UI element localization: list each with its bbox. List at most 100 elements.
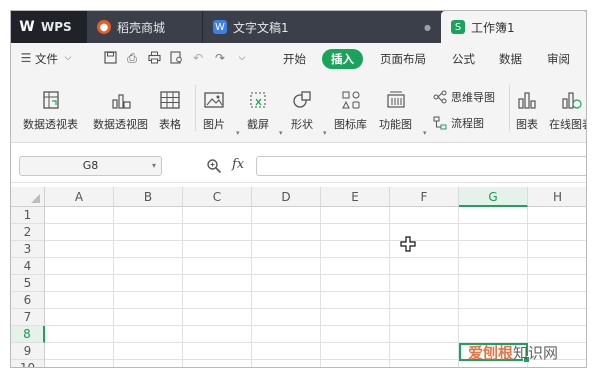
column-header-h[interactable]: H	[528, 187, 586, 207]
chevron-down-icon[interactable]: ⌵	[61, 51, 75, 65]
pivot-table-label: 数据透视表	[23, 118, 78, 131]
column-header-a[interactable]: A	[45, 187, 114, 207]
menu-tab-review[interactable]: 审阅	[547, 51, 570, 67]
row-header-8[interactable]: 8	[11, 326, 45, 343]
screenshot-dropdown-icon[interactable]: ▾	[279, 129, 283, 137]
hamburger-menu-icon[interactable]: ☰	[19, 51, 33, 65]
tab-wps-home[interactable]: W WPS	[11, 11, 87, 43]
menu-bar: ☰ 文件 ⌵ ⎙ ↶ ↷ ⌵ 开始 插入 页面布局 公式 数据 审阅	[11, 43, 586, 75]
spreadsheet-icon: S	[451, 20, 465, 34]
cell-reference: G8	[82, 159, 99, 172]
row-header-1[interactable]: 1	[11, 207, 45, 224]
shape-dropdown-icon[interactable]: ▾	[323, 129, 327, 137]
menu-tab-formulas[interactable]: 公式	[452, 51, 475, 67]
pivot-chart-button[interactable]: 数据透视图	[93, 89, 148, 132]
formula-input[interactable]	[256, 156, 586, 176]
print-preview-icon[interactable]	[169, 51, 183, 65]
quick-access-dropdown-icon[interactable]: ⌵	[235, 51, 249, 65]
menu-tab-data[interactable]: 数据	[499, 51, 522, 67]
row-header-9[interactable]: 9	[11, 343, 45, 360]
save-icon[interactable]	[103, 51, 117, 65]
title-tab-bar: W WPS ● 稻壳商城 W 文字文稿1 ● S 工作簿1	[11, 11, 586, 43]
tab-writer-document[interactable]: W 文字文稿1 ●	[203, 11, 441, 43]
insert-ribbon: 数据透视表 数据透视图 表格 图片 ▾ 截屏 ▾ 形状 ▾ 图标库 功能图 ▾ …	[11, 75, 586, 143]
online-chart-icon	[562, 92, 582, 109]
row-header-3[interactable]: 3	[11, 241, 45, 258]
watermark-logo: 爱刨根知识网	[468, 342, 558, 363]
screenshot-button[interactable]: 截屏	[247, 89, 269, 132]
picture-label: 图片	[203, 118, 225, 131]
function-chart-label: 功能图	[379, 118, 412, 131]
tab-label: WPS	[41, 20, 72, 34]
watermark-brand: 爱刨根	[468, 344, 514, 362]
chart-label: 图表	[516, 118, 538, 131]
shape-label: 形状	[291, 118, 313, 131]
column-header-b[interactable]: B	[114, 187, 183, 207]
chart-icon	[518, 92, 536, 109]
shape-button[interactable]: 形状	[291, 89, 313, 132]
online-chart-button[interactable]: 在线图表	[549, 89, 586, 132]
flowchart-label: 流程图	[451, 117, 484, 130]
column-header-c[interactable]: C	[183, 187, 252, 207]
zoom-search-icon[interactable]	[206, 158, 222, 174]
formula-bar: G8 ▾ fx	[11, 149, 586, 183]
chart-button[interactable]: 图表	[516, 89, 538, 132]
shape-icon	[293, 91, 311, 108]
mind-map-button[interactable]: 思维导图	[433, 89, 495, 105]
column-header-f[interactable]: F	[390, 187, 459, 207]
icon-library-icon	[341, 91, 359, 109]
mind-map-icon	[433, 90, 447, 104]
screenshot-label: 截屏	[247, 118, 269, 131]
unsaved-dot-icon[interactable]: ●	[424, 23, 431, 32]
picture-button[interactable]: 图片	[203, 89, 225, 132]
undo-icon[interactable]: ↶	[191, 51, 205, 65]
column-header-g[interactable]: G	[459, 187, 528, 207]
function-chart-dropdown-icon[interactable]: ▾	[423, 129, 427, 137]
mind-map-label: 思维导图	[451, 91, 495, 104]
pivot-chart-icon	[111, 94, 131, 109]
row-header-2[interactable]: 2	[11, 224, 45, 241]
row-header-7[interactable]: 7	[11, 309, 45, 326]
tab-label: 稻壳商城	[117, 20, 166, 35]
select-all-corner[interactable]	[11, 187, 45, 207]
tab-workbook-active[interactable]: S 工作簿1	[441, 11, 586, 43]
row-header-5[interactable]: 5	[11, 275, 45, 292]
row-header-10[interactable]: 10	[11, 360, 45, 367]
writer-doc-icon: W	[213, 20, 227, 34]
cell-select-cursor-icon	[400, 236, 416, 252]
print-icon[interactable]	[147, 51, 161, 65]
icon-library-button[interactable]: 图标库	[334, 89, 367, 132]
pivot-table-button[interactable]: 数据透视表	[23, 89, 78, 132]
pivot-chart-label: 数据透视图	[93, 118, 148, 131]
picture-icon	[204, 92, 224, 108]
redo-icon[interactable]: ↷	[213, 51, 227, 65]
tab-docer-store[interactable]: ● 稻壳商城	[87, 11, 203, 43]
online-chart-label: 在线图表	[549, 118, 586, 131]
table-label: 表格	[159, 118, 181, 131]
menu-tab-insert[interactable]: 插入	[322, 49, 363, 69]
name-box[interactable]: G8 ▾	[19, 156, 162, 176]
table-button[interactable]: 表格	[159, 89, 181, 132]
spreadsheet-grid: A B C D E F G H 1 2 3 4 5 6 7 8 9 10	[11, 187, 586, 367]
row-header-6[interactable]: 6	[11, 292, 45, 309]
wps-logo-icon: W	[19, 19, 35, 35]
column-header-d[interactable]: D	[252, 187, 321, 207]
flowchart-button[interactable]: 流程图	[433, 115, 484, 131]
insert-function-icon[interactable]: fx	[232, 157, 244, 172]
flowchart-icon	[433, 116, 447, 130]
name-box-dropdown-icon[interactable]: ▾	[152, 157, 156, 175]
ribbon-divider	[195, 85, 196, 131]
function-chart-button[interactable]: 功能图	[379, 89, 412, 132]
picture-dropdown-icon[interactable]: ▾	[236, 129, 240, 137]
export-icon[interactable]: ⎙	[125, 51, 139, 65]
column-header-e[interactable]: E	[321, 187, 390, 207]
menu-tab-home[interactable]: 开始	[283, 51, 306, 67]
row-header-4[interactable]: 4	[11, 258, 45, 275]
file-menu[interactable]: 文件	[35, 51, 58, 67]
tab-label: 文字文稿1	[233, 20, 289, 35]
function-chart-icon	[386, 91, 405, 108]
menu-tab-page-layout[interactable]: 页面布局	[380, 51, 426, 67]
pivot-table-icon	[42, 91, 59, 109]
icon-library-label: 图标库	[334, 118, 367, 131]
ribbon-divider	[509, 85, 510, 131]
